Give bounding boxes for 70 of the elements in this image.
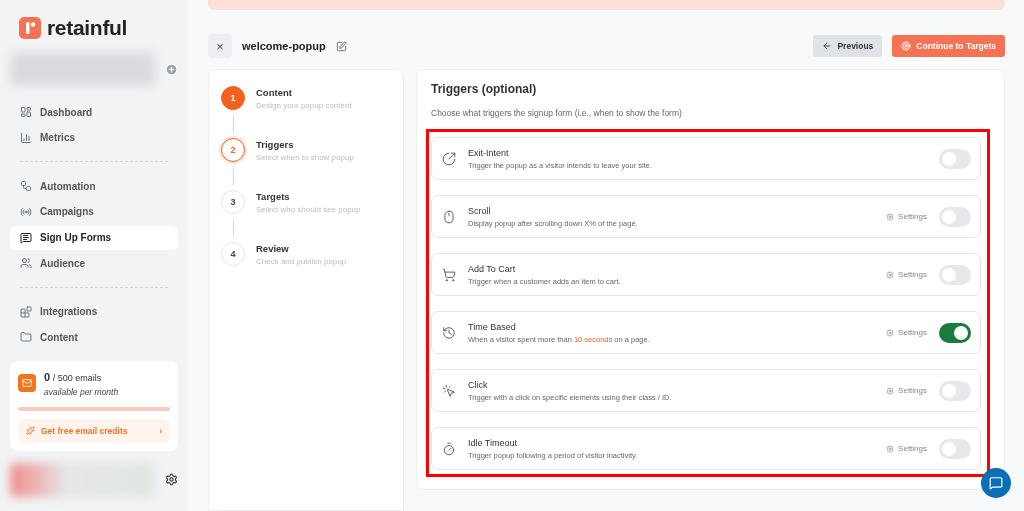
- nav-item[interactable]: Audience: [10, 251, 178, 276]
- broadcast-icon: [20, 206, 32, 218]
- step-title: Triggers: [256, 139, 295, 150]
- trigger-title: Click: [468, 379, 489, 390]
- nav-item[interactable]: Campaigns: [10, 199, 178, 225]
- mail-icon: [18, 374, 36, 392]
- arrow-left-icon: [822, 41, 833, 51]
- toggle-switch[interactable]: [939, 438, 971, 459]
- step-title: Content: [256, 87, 293, 98]
- stopwatch-icon: [442, 441, 456, 456]
- bar-chart-icon: [20, 131, 32, 144]
- step-number[interactable]: 3: [221, 190, 245, 214]
- nav-item[interactable]: Sign Up Forms: [10, 225, 178, 250]
- edit-icon[interactable]: [335, 40, 347, 52]
- exit-icon: [442, 151, 456, 166]
- add-icon[interactable]: [165, 62, 178, 76]
- settings-icon: [886, 270, 895, 279]
- logo-text: retainful: [47, 16, 128, 41]
- step-title: Review: [256, 243, 290, 254]
- nav-item[interactable]: Metrics: [10, 125, 178, 150]
- clock-icon: [442, 325, 456, 340]
- panel-description: Choose what triggers the signup form (i.e., when to show the form): [431, 108, 683, 118]
- chat-icon: [989, 476, 1003, 490]
- users-icon: [20, 257, 32, 270]
- workflow-icon: [20, 180, 32, 193]
- step-number[interactable]: 4: [221, 242, 245, 266]
- settings-link[interactable]: Settings: [886, 270, 927, 279]
- usage-note: available per month: [44, 387, 119, 397]
- folder-icon: [20, 331, 32, 344]
- previous-button[interactable]: Previous: [813, 35, 883, 57]
- close-button[interactable]: ×: [208, 34, 232, 58]
- trigger-title: Idle Timeout: [468, 437, 519, 448]
- trigger-title: Scroll: [468, 205, 492, 216]
- target-icon: [901, 41, 912, 51]
- toggle-switch[interactable]: [939, 206, 971, 227]
- blocks-icon: [20, 305, 32, 318]
- sparkle-icon: [26, 426, 35, 436]
- settings-link[interactable]: Settings: [886, 328, 927, 337]
- message-icon: [20, 231, 32, 244]
- nav-item[interactable]: Content: [10, 325, 178, 350]
- step-title: Targets: [256, 191, 291, 202]
- user-profile[interactable]: [10, 463, 155, 497]
- dashboard-icon: [20, 106, 32, 119]
- panel-title: Triggers (optional): [431, 82, 538, 96]
- settings-link[interactable]: Settings: [886, 444, 927, 453]
- settings-icon: [886, 444, 895, 453]
- nav-item[interactable]: Automation: [10, 174, 178, 199]
- settings-link[interactable]: Settings: [886, 386, 927, 395]
- toggle-switch[interactable]: [939, 380, 971, 401]
- trigger-title: Exit-Intent: [468, 147, 510, 158]
- settings-icon[interactable]: [165, 473, 178, 487]
- trigger-title: Time Based: [468, 321, 517, 332]
- nav-item[interactable]: Integrations: [10, 299, 178, 324]
- step-subtitle: Select when to show popup: [256, 153, 354, 162]
- settings-icon: [886, 212, 895, 221]
- mouse-icon: [442, 209, 456, 224]
- settings-icon: [886, 328, 895, 337]
- chat-button[interactable]: [981, 468, 1011, 498]
- pointer-icon: [442, 383, 456, 398]
- logo-icon: [19, 17, 41, 40]
- email-usage: 0 / 500 emails: [44, 371, 103, 383]
- trigger-title: Add To Cart: [468, 263, 517, 274]
- toggle-switch[interactable]: [939, 148, 971, 169]
- popup-title: welcome-popup: [242, 40, 326, 52]
- toggle-switch[interactable]: [939, 264, 971, 285]
- nav-item[interactable]: Dashboard: [10, 100, 178, 125]
- settings-icon: [886, 386, 895, 395]
- toggle-switch[interactable]: [939, 322, 971, 343]
- settings-link[interactable]: Settings: [886, 212, 927, 221]
- cart-icon: [442, 267, 456, 282]
